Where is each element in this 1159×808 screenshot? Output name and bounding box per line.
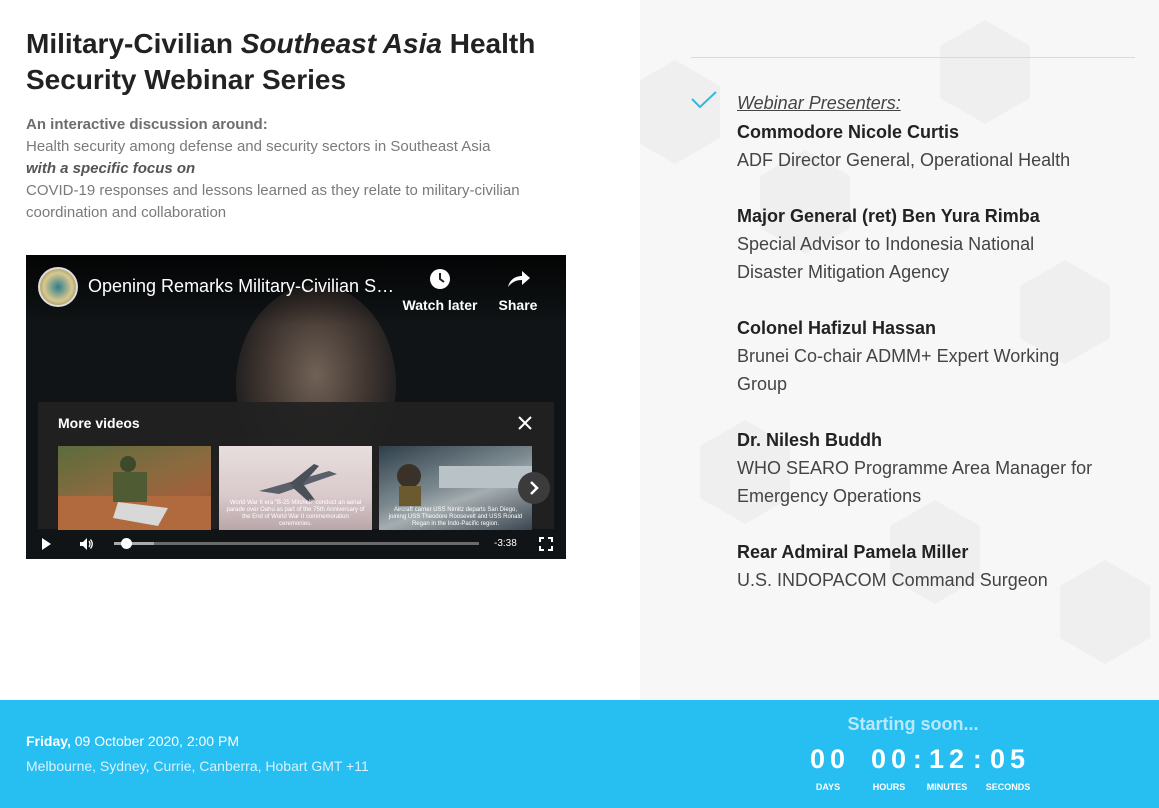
countdown-separator: : — [913, 744, 922, 774]
close-icon[interactable] — [514, 412, 536, 434]
video-thumbnail[interactable] — [58, 446, 211, 530]
fullscreen-icon[interactable] — [538, 536, 554, 552]
watch-later-button[interactable]: Watch later — [398, 267, 482, 313]
presenter-name: Commodore Nicole Curtis — [737, 122, 960, 142]
chevron-right-icon — [530, 481, 539, 495]
description-intro: An interactive discussion around: — [26, 116, 268, 133]
presenter-item: Commodore Nicole Curtis ADF Director Gen… — [737, 118, 1147, 174]
presenter-role: WHO SEARO Programme Area Manager for Eme… — [737, 458, 1093, 506]
progress-buffered — [114, 542, 154, 545]
share-arrow-icon — [508, 271, 530, 287]
play-icon[interactable] — [38, 536, 54, 552]
countdown-minutes: 12 — [929, 744, 970, 774]
countdown-hours: 00 — [871, 744, 912, 774]
presenters-divider — [691, 57, 1135, 58]
presenters-heading: Webinar Presenters: — [737, 93, 901, 113]
soldier-thumbnail-art — [58, 456, 211, 530]
description-line-1: Health security among defense and securi… — [26, 138, 491, 155]
time-remaining: -3:38 — [494, 538, 517, 549]
volume-icon[interactable] — [78, 536, 94, 552]
video-player[interactable]: Opening Remarks Military-Civilian So... … — [26, 255, 566, 559]
progress-bar[interactable] — [114, 538, 479, 549]
presenter-item: Colonel Hafizul Hassan Brunei Co-chair A… — [737, 314, 1147, 398]
presenter-name: Major General (ret) Ben Yura Rimba — [737, 206, 1040, 226]
event-footer: Friday, 09 October 2020, 2:00 PM Melbour… — [0, 700, 1159, 808]
background-hexagon — [940, 20, 1030, 124]
share-button[interactable]: Share — [488, 267, 548, 313]
presenter-role: Special Advisor to Indonesia National Di… — [737, 234, 1035, 282]
aircraft-thumbnail-art — [259, 464, 337, 502]
presenter-item: Major General (ret) Ben Yura Rimba Speci… — [737, 202, 1147, 286]
countdown-minutes-label: MINUTES — [926, 782, 968, 792]
video-thumbnail[interactable]: Aircraft carrier USS Nimitz departs San … — [379, 446, 532, 530]
presenter-role: U.S. INDOPACOM Command Surgeon — [737, 570, 1048, 590]
channel-avatar[interactable] — [38, 267, 78, 307]
watch-later-label: Watch later — [402, 297, 478, 313]
presenter-item: Rear Admiral Pamela Miller U.S. INDOPACO… — [737, 538, 1147, 594]
thumbnail-caption: World War II era "B-25 Mitchell" conduct… — [226, 500, 365, 527]
progress-scrubber[interactable] — [121, 538, 133, 549]
countdown-separator: : — [973, 744, 982, 774]
page-title: Military-Civilian Southeast Asia Health … — [26, 28, 536, 95]
background-hexagon — [640, 60, 720, 164]
next-videos-button[interactable] — [518, 472, 550, 504]
more-videos-panel: More videos World War II era "B-25 Mitch… — [38, 402, 554, 530]
thumbnail-caption: Aircraft carrier USS Nimitz departs San … — [388, 507, 523, 527]
presenter-role: ADF Director General, Operational Health — [737, 150, 1071, 170]
countdown-hours-label: HOURS — [872, 782, 906, 792]
event-location: Melbourne, Sydney, Currie, Canberra, Hob… — [26, 758, 369, 774]
share-label: Share — [498, 297, 538, 313]
presenter-name: Colonel Hafizul Hassan — [737, 318, 937, 338]
presenter-role: Brunei Co-chair ADMM+ Expert Working Gro… — [737, 346, 1060, 394]
video-thumbnail[interactable]: World War II era "B-25 Mitchell" conduct… — [219, 446, 372, 530]
clock-icon — [430, 269, 450, 289]
description-line-2: COVID-19 responses and lessons learned a… — [26, 182, 520, 221]
carrier-thumbnail-art — [397, 464, 532, 506]
more-videos-label: More videos — [58, 415, 140, 431]
event-date: Friday, 09 October 2020, 2:00 PM — [26, 733, 239, 749]
webinar-description: An interactive discussion around: Health… — [26, 114, 566, 224]
countdown-days-label: DAYS — [815, 782, 841, 792]
countdown-days: 00 — [810, 744, 851, 774]
video-title[interactable]: Opening Remarks Military-Civilian So... — [88, 276, 398, 297]
presenter-name: Rear Admiral Pamela Miller — [737, 542, 969, 562]
countdown-status: Starting soon... — [847, 714, 979, 734]
countdown-seconds-label: SECONDS — [985, 782, 1031, 792]
presenter-name: Dr. Nilesh Buddh — [737, 430, 883, 450]
description-focus: with a specific focus on — [26, 160, 196, 177]
video-controls: -3:38 — [26, 529, 566, 559]
presenter-item: Dr. Nilesh Buddh WHO SEARO Programme Are… — [737, 426, 1147, 510]
checkmark-icon — [691, 91, 717, 109]
countdown-seconds: 05 — [990, 744, 1031, 774]
